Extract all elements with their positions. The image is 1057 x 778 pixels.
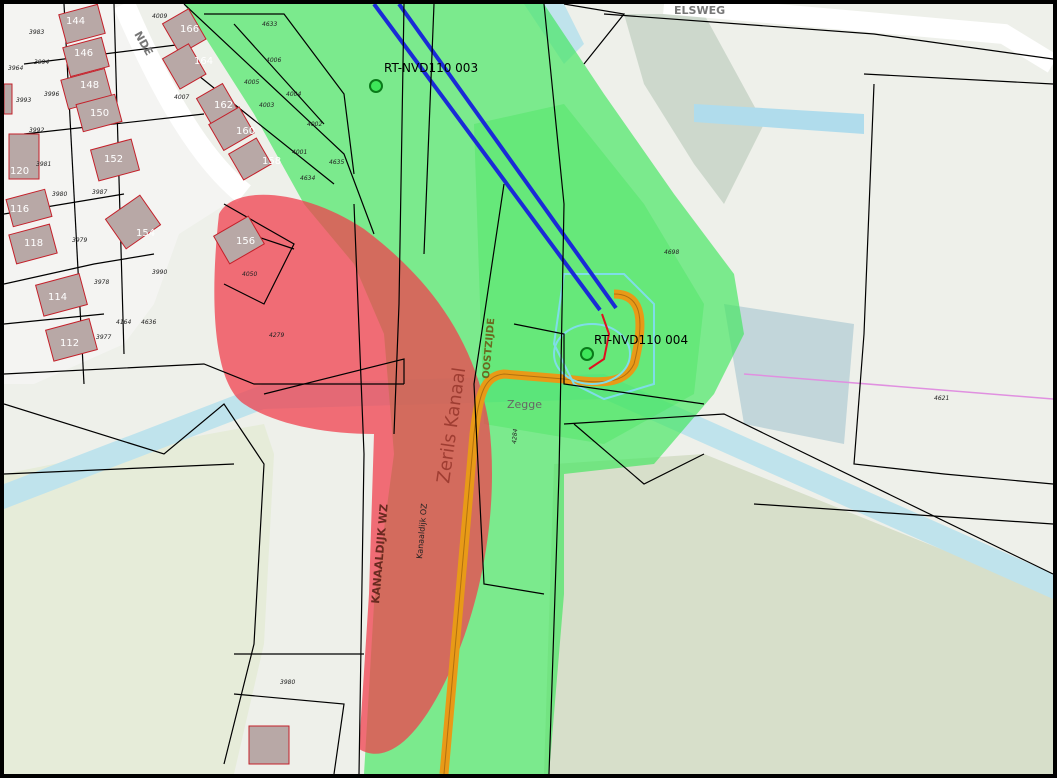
parcel-number: 4636 <box>141 319 156 326</box>
house-number: 116 <box>10 204 29 215</box>
tower-004-marker[interactable] <box>580 347 594 361</box>
parcel-number: 4621 <box>934 395 949 402</box>
parcel-number: 4003 <box>259 102 274 109</box>
parcel-number: 3990 <box>152 269 167 276</box>
house-number: 166 <box>180 24 199 35</box>
parcel-number: 3964 <box>8 65 23 72</box>
house-number: 118 <box>24 238 43 249</box>
house-number: 154 <box>136 228 155 239</box>
parcel-number: 4698 <box>664 249 679 256</box>
house-number: 156 <box>236 236 255 247</box>
parcel-number: 4006 <box>266 57 281 64</box>
place-label-zegge: Zegge <box>507 398 542 411</box>
house-number: 148 <box>80 80 99 91</box>
parcel-number: 4001 <box>292 149 307 156</box>
parcel-number: 3981 <box>36 161 51 168</box>
parcel-number: 3980 <box>280 679 295 686</box>
house-number: 144 <box>66 16 85 27</box>
parcel-number: 3977 <box>96 334 111 341</box>
parcel-number: 4004 <box>286 91 301 98</box>
parcel-number: 4279 <box>269 332 284 339</box>
house-number: 164 <box>194 56 213 67</box>
parcel-number: 4164 <box>116 319 131 326</box>
parcel-number: 4050 <box>242 271 257 278</box>
house-number: 152 <box>104 154 123 165</box>
parcel-number: 4002 <box>307 121 322 128</box>
map-canvas[interactable]: RT-NVD110 003 RT-NVD110 004 ELSWEG NDE K… <box>4 4 1053 774</box>
house-number: 162 <box>214 100 233 111</box>
house-number: 112 <box>60 338 79 349</box>
parcel-number: 4007 <box>174 94 189 101</box>
parcel-number: 3992 <box>29 127 44 134</box>
parcel-number: 3978 <box>94 279 109 286</box>
parcel-number: 4633 <box>262 21 277 28</box>
map-view[interactable]: RT-NVD110 003 RT-NVD110 004 ELSWEG NDE K… <box>0 0 1057 778</box>
house-number: 150 <box>90 108 109 119</box>
parcel-number: 3987 <box>92 189 107 196</box>
parcel-number: 3994 <box>34 59 49 66</box>
parcel-number: 3993 <box>16 97 31 104</box>
house-number: 120 <box>10 166 29 177</box>
tower-003-marker[interactable] <box>369 79 383 93</box>
parcel-number: 4635 <box>329 159 344 166</box>
parcel-number: 4634 <box>300 175 315 182</box>
parcel-number: 3979 <box>72 237 87 244</box>
house-number: 146 <box>74 48 93 59</box>
tower-label-004: RT-NVD110 004 <box>594 333 688 347</box>
tower-label-003: RT-NVD110 003 <box>384 61 478 75</box>
parcel-number: 3980 <box>52 191 67 198</box>
parcel-number: 4005 <box>244 79 259 86</box>
street-label-elsweg: ELSWEG <box>674 4 725 17</box>
parcel-number: 3983 <box>29 29 44 36</box>
parcel-number: 4284 <box>511 428 519 444</box>
house-number: 114 <box>48 292 67 303</box>
parcel-number: 4009 <box>152 13 167 20</box>
parcel-number: 3996 <box>44 91 59 98</box>
house-number: 160 <box>236 126 255 137</box>
